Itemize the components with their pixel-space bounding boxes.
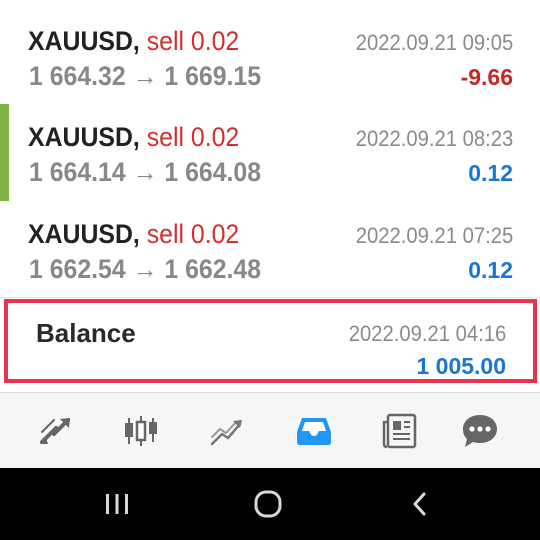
tab-quotes[interactable] (27, 405, 83, 457)
system-navigation-bar (0, 468, 540, 540)
recent-apps-icon (106, 494, 128, 514)
deal-profit: 0.12 (468, 160, 513, 186)
close-price: 1 662.48 (164, 254, 262, 284)
tab-messages[interactable] (452, 405, 508, 457)
deal-symbol: XAUUSD, (28, 219, 140, 249)
deal-profit: 0.12 (468, 257, 513, 283)
deal-time: 2022.09.21 07:25 (355, 223, 513, 248)
deal-direction: sell 0.02 (146, 219, 240, 249)
deal-symbol: XAUUSD, (28, 26, 140, 56)
deal-direction: sell 0.02 (146, 26, 240, 56)
recent-apps-button[interactable] (87, 486, 147, 522)
price-arrow-icon: → (132, 157, 158, 187)
trade-trend-icon (210, 420, 242, 446)
home-circle-icon (254, 490, 282, 518)
deal-symbol-line: XAUUSD, sell 0.02 (28, 26, 239, 57)
close-price: 1 664.08 (164, 157, 262, 187)
deal-row[interactable]: XAUUSD, sell 0.02 1 662.54 → 1 662.48 20… (0, 201, 540, 297)
deal-time: 2022.09.21 09:05 (355, 30, 513, 55)
chat-bubble-icon (463, 415, 497, 447)
history-list: XAUUSD, sell 0.02 1 664.32 → 1 669.15 20… (0, 0, 540, 392)
deal-row[interactable]: XAUUSD, sell 0.02 1 664.14 → 1 664.08 20… (0, 104, 540, 201)
newspaper-icon (382, 413, 417, 449)
balance-amount: 1 005.00 (416, 353, 506, 379)
back-chevron-icon (413, 492, 426, 516)
price-arrow-icon: → (132, 61, 158, 91)
deal-prices: 1 662.54 → 1 662.48 (29, 254, 261, 285)
price-arrow-icon: → (132, 254, 158, 284)
selected-accent-bar (0, 104, 9, 201)
open-price: 1 662.54 (29, 254, 126, 284)
home-button[interactable] (238, 486, 298, 522)
deal-symbol-line: XAUUSD, sell 0.02 (28, 219, 239, 250)
tab-news[interactable] (372, 405, 428, 457)
deal-time: 2022.09.21 08:23 (355, 126, 513, 151)
tab-chart[interactable] (113, 405, 169, 457)
close-price: 1 669.15 (164, 61, 262, 91)
inbox-tray-icon (297, 418, 331, 445)
balance-time: 2022.09.21 04:16 (348, 321, 506, 346)
row-divider (0, 297, 540, 298)
deal-symbol-line: XAUUSD, sell 0.02 (28, 122, 239, 153)
deal-row[interactable]: XAUUSD, sell 0.02 1 664.32 → 1 669.15 20… (0, 8, 540, 104)
candlestick-chart-icon (125, 416, 157, 446)
back-button[interactable] (390, 486, 450, 522)
tab-history[interactable] (286, 405, 342, 457)
balance-label: Balance (36, 318, 136, 348)
open-price: 1 664.14 (29, 157, 126, 187)
deal-direction: sell 0.02 (146, 122, 240, 152)
balance-row[interactable]: Balance 2022.09.21 04:16 1 005.00 (4, 299, 537, 383)
quotes-arrows-icon (40, 418, 70, 444)
deal-prices: 1 664.14 → 1 664.08 (29, 157, 261, 188)
tab-trade[interactable] (199, 405, 255, 457)
deal-profit: -9.66 (460, 64, 513, 90)
bottom-tab-bar (0, 392, 540, 468)
deal-prices: 1 664.32 → 1 669.15 (29, 61, 261, 92)
deal-symbol: XAUUSD, (28, 122, 140, 152)
open-price: 1 664.32 (29, 61, 126, 91)
